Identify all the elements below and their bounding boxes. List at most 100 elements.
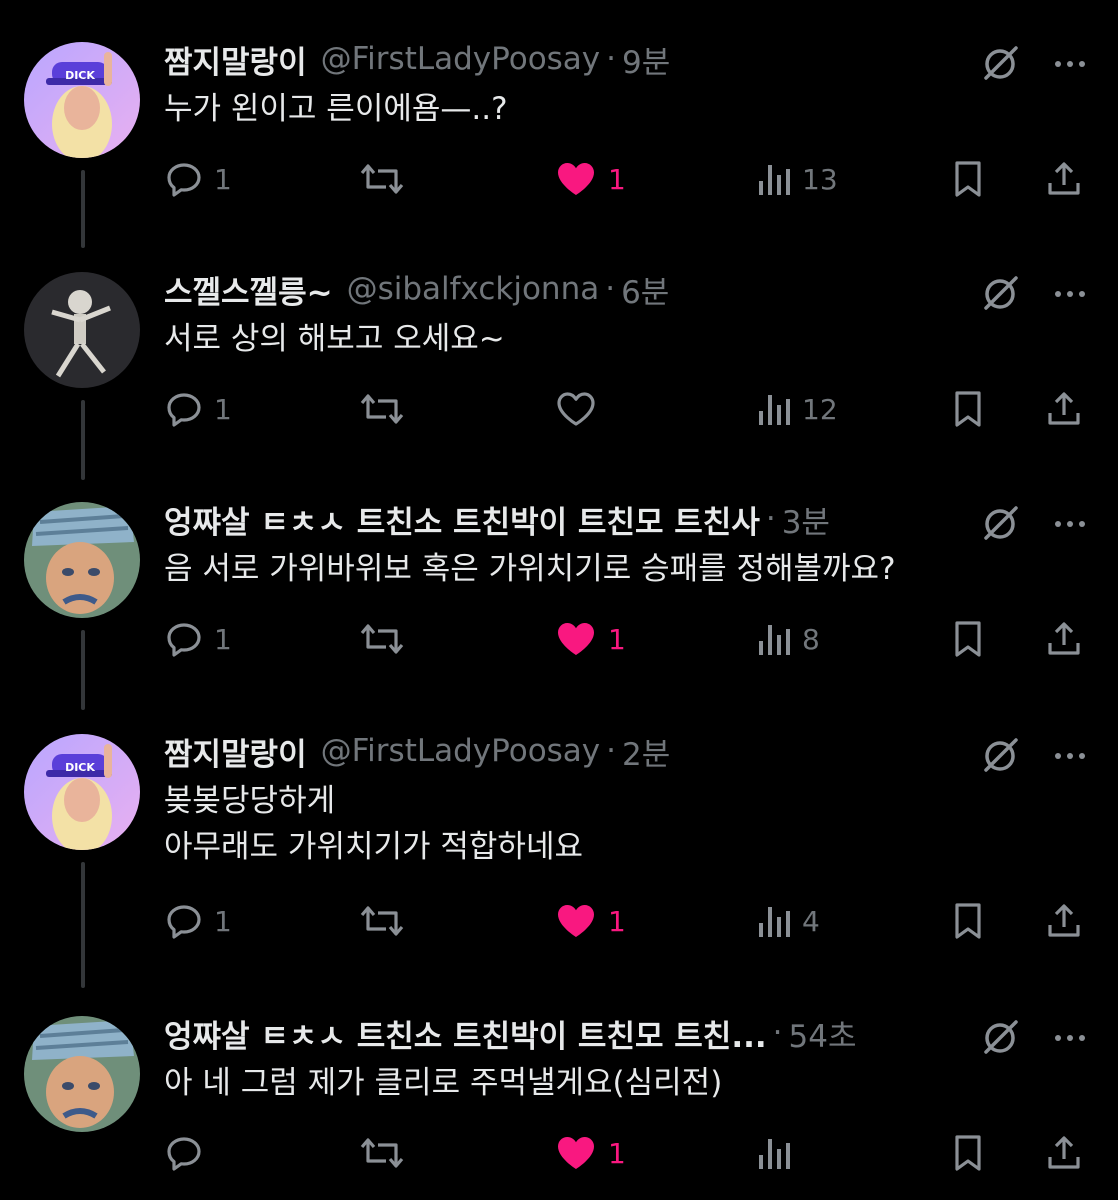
tweet-text: 아 네 그럼 제가 클리로 주먹낼게요(심리전)	[164, 1060, 722, 1106]
tweet-text-line: 음 서로 가위바위보 혹은 가위치기로 승패를 정해볼까요?	[164, 551, 896, 587]
display-name[interactable]: 엉쨔살 ㅌㅊㅅ 트친소 트친박이 트친모 트친...	[164, 1011, 767, 1056]
bookmark-icon	[955, 161, 981, 197]
avatar[interactable]: DICK	[24, 42, 140, 158]
avatar[interactable]	[24, 1016, 140, 1132]
grok-icon[interactable]	[978, 1016, 1022, 1060]
thread-connector	[81, 862, 85, 988]
bookmark-icon	[955, 621, 981, 657]
avatar[interactable]: DICK	[24, 734, 140, 850]
user-handle[interactable]: @sibalfxckjonna	[347, 271, 600, 307]
more-icon[interactable]	[1048, 502, 1092, 546]
reply-icon	[167, 1137, 201, 1171]
tweet-header: 짬지말랑이 @FirstLadyPoosay · 2분	[164, 728, 670, 774]
tweet-text-line: 누가 왼이고 른이에욤—..?	[164, 91, 508, 127]
like-button[interactable]: 1	[554, 896, 626, 946]
like-button[interactable]: 1	[554, 154, 626, 204]
reply-button[interactable]: 1	[164, 154, 232, 204]
timestamp[interactable]: 3분	[782, 497, 830, 542]
user-handle[interactable]: @FirstLadyPoosay	[321, 733, 601, 769]
timestamp[interactable]: 2분	[622, 729, 670, 774]
share-button[interactable]	[1044, 384, 1084, 434]
grok-icon[interactable]	[978, 42, 1022, 86]
views-icon	[759, 1139, 790, 1169]
bookmark-button[interactable]	[948, 1128, 988, 1178]
grok-icon[interactable]	[978, 734, 1022, 778]
more-icon[interactable]	[1048, 734, 1092, 778]
views-button[interactable]: 4	[756, 896, 820, 946]
views-button[interactable]: 12	[756, 384, 838, 434]
display-name[interactable]: 엉쨔살 ㅌㅊㅅ 트친소 트친박이 트친모 트친사	[164, 497, 760, 542]
display-name[interactable]: 스껠스껠릉~	[164, 267, 333, 312]
repost-icon	[360, 624, 404, 654]
repost-icon	[360, 1138, 404, 1168]
display-name[interactable]: 짬지말랑이	[164, 37, 307, 82]
action-bar: 1	[164, 1128, 1094, 1178]
share-icon	[1048, 1136, 1080, 1169]
user-handle[interactable]: @FirstLadyPoosay	[321, 41, 601, 77]
like-icon	[558, 163, 594, 195]
repost-button[interactable]	[358, 614, 406, 664]
share-button[interactable]	[1044, 1128, 1084, 1178]
tweet-header: 엉쨔살 ㅌㅊㅅ 트친소 트친박이 트친모 트친... · 54초	[164, 1010, 856, 1056]
action-bar: 1 1 4	[164, 896, 1094, 946]
more-icon[interactable]	[1048, 272, 1092, 316]
reply-button[interactable]	[164, 1128, 204, 1178]
grok-icon[interactable]	[978, 272, 1022, 316]
separator-dot: ·	[606, 733, 617, 769]
share-button[interactable]	[1044, 614, 1084, 664]
avatar[interactable]	[24, 502, 140, 618]
bookmark-button[interactable]	[948, 896, 988, 946]
reply-icon	[167, 623, 201, 657]
bookmark-button[interactable]	[948, 614, 988, 664]
tweet-text: 음 서로 가위바위보 혹은 가위치기로 승패를 정해볼까요?	[164, 546, 896, 592]
repost-button[interactable]	[358, 1128, 406, 1178]
reply-button[interactable]: 1	[164, 614, 232, 664]
avatar[interactable]	[24, 272, 140, 388]
bookmark-button[interactable]	[948, 154, 988, 204]
timestamp[interactable]: 54초	[789, 1011, 857, 1056]
repost-button[interactable]	[358, 384, 406, 434]
like-button[interactable]: 1	[554, 1128, 626, 1178]
reply-button[interactable]: 1	[164, 384, 232, 434]
display-name[interactable]: 짬지말랑이	[164, 729, 307, 774]
timestamp[interactable]: 6분	[621, 267, 669, 312]
action-bar: 1 12	[164, 384, 1094, 434]
views-button[interactable]	[756, 1128, 792, 1178]
share-button[interactable]	[1044, 154, 1084, 204]
more-icon[interactable]	[1048, 1016, 1092, 1060]
repost-icon	[360, 394, 404, 424]
views-icon	[759, 165, 790, 195]
repost-icon	[360, 164, 404, 194]
views-button[interactable]: 13	[756, 154, 838, 204]
view-count: 8	[802, 622, 820, 656]
views-icon	[759, 625, 790, 655]
separator-dot: ·	[772, 1015, 783, 1051]
share-icon	[1048, 162, 1080, 195]
action-bar: 1 1 8	[164, 614, 1094, 664]
more-icon[interactable]	[1048, 42, 1092, 86]
tweet-text-line: 봊봊당당하게	[164, 783, 336, 819]
share-button[interactable]	[1044, 896, 1084, 946]
view-count: 13	[802, 162, 838, 196]
reply-button[interactable]: 1	[164, 896, 232, 946]
tweet-text: 누가 왼이고 른이에욤—..?	[164, 86, 508, 132]
grok-icon[interactable]	[978, 502, 1022, 546]
thread-connector	[81, 400, 85, 480]
repost-button[interactable]	[358, 896, 406, 946]
reply-count: 1	[214, 162, 232, 196]
timestamp[interactable]: 9분	[622, 37, 670, 82]
like-icon	[558, 623, 594, 655]
separator-dot: ·	[765, 501, 776, 537]
view-count: 12	[802, 392, 838, 426]
like-count: 1	[608, 904, 626, 938]
bookmark-button[interactable]	[948, 384, 988, 434]
like-button[interactable]	[554, 384, 598, 434]
views-button[interactable]: 8	[756, 614, 820, 664]
bookmark-icon	[955, 903, 981, 939]
thread-connector	[81, 630, 85, 710]
share-icon	[1048, 622, 1080, 655]
repost-button[interactable]	[358, 154, 406, 204]
reply-icon	[167, 393, 201, 427]
thread-connector	[81, 170, 85, 248]
like-button[interactable]: 1	[554, 614, 626, 664]
